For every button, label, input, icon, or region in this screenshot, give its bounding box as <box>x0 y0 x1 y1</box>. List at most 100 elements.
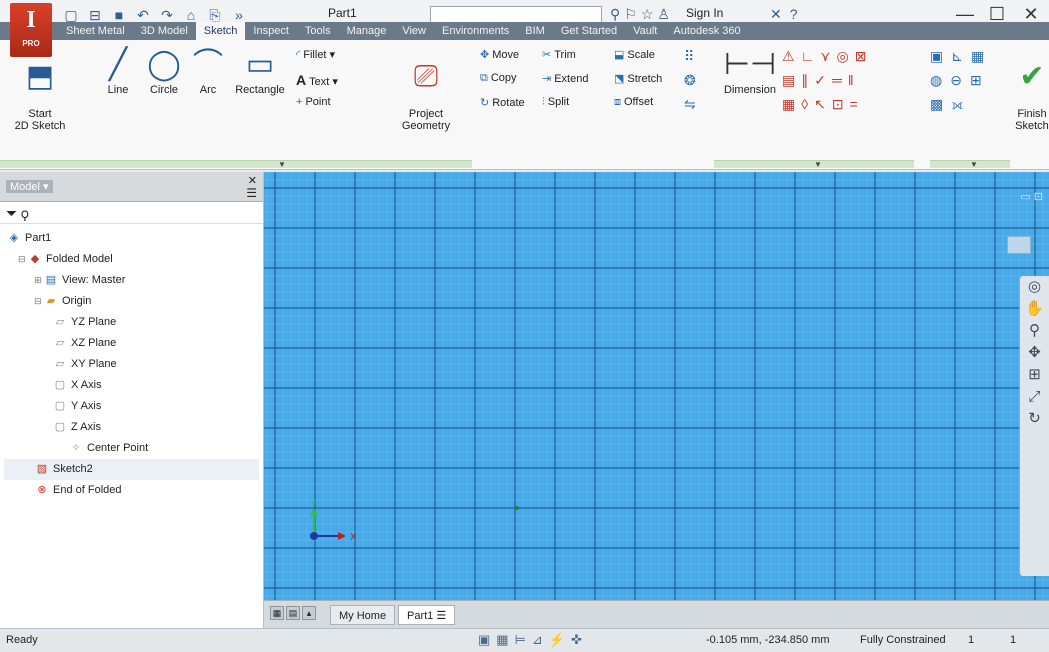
perpendicular-icon[interactable]: ✓ <box>814 72 826 89</box>
symmetric-icon[interactable]: ⊡ <box>832 96 844 113</box>
constraint-inference-icon[interactable]: ⊿ <box>532 632 543 648</box>
copy-button[interactable]: ⧉ Copy <box>480 72 517 85</box>
tab-get-started[interactable]: Get Started <box>553 22 625 40</box>
tab-sketch[interactable]: Sketch <box>195 22 246 40</box>
acad-icon[interactable]: ◍ <box>930 72 942 89</box>
equal-icon[interactable]: = <box>850 96 858 113</box>
viewcube-icon[interactable] <box>1007 236 1031 254</box>
sign-in-button[interactable]: Sign In <box>686 6 723 20</box>
steering-wheel-icon[interactable]: ◎ <box>1020 276 1049 298</box>
cascade-icon[interactable]: ▤ <box>286 606 300 620</box>
tile-icon[interactable]: ▦ <box>270 606 284 620</box>
subscription-icon[interactable]: ⚐ <box>624 6 637 23</box>
tree-item-folded-model[interactable]: ⊟ ◆ Folded Model <box>4 249 259 270</box>
origin-point[interactable] <box>515 506 519 510</box>
rotate-button[interactable]: ↻ Rotate <box>480 96 525 109</box>
tree-item-sketch2[interactable]: ▧ Sketch2 <box>4 459 259 480</box>
circle-button[interactable]: ◯ Circle <box>142 46 186 96</box>
zoom-icon[interactable]: ⚲ <box>1020 320 1049 342</box>
look-at-icon[interactable]: ⊞ <box>1020 364 1049 386</box>
coincident-icon[interactable]: ∟ <box>801 48 815 65</box>
ortho-icon[interactable]: ⊨ <box>515 632 526 648</box>
tab-autodesk-360[interactable]: Autodesk 360 <box>665 22 748 40</box>
image-icon[interactable]: ▣ <box>930 48 943 65</box>
line-button[interactable]: ╱ Line <box>98 46 138 96</box>
tab-sheet-metal[interactable]: Sheet Metal <box>58 22 133 40</box>
window-controls-icon[interactable]: ▭ ⊡ <box>1020 190 1043 203</box>
search-icon[interactable]: ⚲ <box>610 6 620 23</box>
collapse-icon[interactable]: ⊟ <box>18 249 27 270</box>
help-icon[interactable]: ? <box>790 6 798 23</box>
concentric-icon[interactable]: ◎ <box>837 48 849 65</box>
snap-icon[interactable]: ▣ <box>478 632 490 648</box>
grid-toggle-icon[interactable]: ▦ <box>496 632 508 648</box>
tab-part1[interactable]: Part1 ☰ <box>398 605 456 625</box>
smooth-icon[interactable]: ↖ <box>814 96 826 113</box>
tab-my-home[interactable]: My Home <box>330 605 396 625</box>
browser-menu-icon[interactable]: ☰ <box>246 186 257 200</box>
tab-bim[interactable]: BIM <box>517 22 553 40</box>
tree-item-part1[interactable]: ◈ Part1 <box>4 228 259 249</box>
pattern-rectangular-icon[interactable]: ⠿ <box>684 48 697 65</box>
browser-title-dropdown[interactable]: Model ▾ <box>6 180 53 193</box>
project-geometry-button[interactable]: ⎚ Project Geometry <box>396 46 456 132</box>
find-icon[interactable]: ⚲ <box>21 205 28 221</box>
pan-icon[interactable]: ✋ <box>1020 298 1049 320</box>
tree-item-xz-plane[interactable]: ▱ XZ Plane <box>4 333 259 354</box>
tab-environments[interactable]: Environments <box>434 22 517 40</box>
expand-icon[interactable]: ⊞ <box>34 270 43 291</box>
center-point-toggle-icon[interactable]: ⊞ <box>970 72 982 89</box>
application-menu-button[interactable]: I PRO <box>10 3 52 57</box>
tree-item-origin[interactable]: ⊟ ▰ Origin <box>4 291 259 312</box>
free-orbit-icon[interactable]: ↻ <box>1020 408 1049 430</box>
graphics-window[interactable]: ▭ ⊡ ◎ ✋ ⚲ ✥ ⊞ ⤢ ↻ X Y <box>264 172 1049 600</box>
finish-sketch-button[interactable]: ✔ Finish Sketch <box>1012 46 1049 132</box>
rectangle-button[interactable]: ▭ Rectangle <box>230 46 290 96</box>
tab-inspect[interactable]: Inspect <box>245 22 296 40</box>
fillet-button[interactable]: ◜ Fillet ▾ <box>296 48 335 61</box>
parallel-icon[interactable]: ∥ <box>801 72 808 89</box>
exchange-apps-icon[interactable]: ✕ <box>770 6 782 23</box>
tree-item-x-axis[interactable]: ▢ X Axis <box>4 375 259 396</box>
favorite-icon[interactable]: ☆ <box>641 6 654 23</box>
trim-button[interactable]: ✂ Trim <box>542 48 576 61</box>
orbit-icon[interactable]: ✥ <box>1020 342 1049 364</box>
persistence-icon[interactable]: ⚡ <box>549 632 565 648</box>
dof-icon[interactable]: ✜ <box>571 632 582 648</box>
dimension-button[interactable]: ⊢⊣ Dimension <box>720 46 780 96</box>
tab-tools[interactable]: Tools <box>297 22 339 40</box>
stretch-button[interactable]: ⬔ Stretch <box>614 72 662 85</box>
tree-item-center-point[interactable]: ✧ Center Point <box>4 438 259 459</box>
tree-item-xy-plane[interactable]: ▱ XY Plane <box>4 354 259 375</box>
driven-dimension-icon[interactable]: ⟗ <box>951 96 963 113</box>
tab-menu-icon[interactable]: ☰ <box>436 610 446 622</box>
split-button[interactable]: ⫶ Split <box>542 96 569 109</box>
tab-manage[interactable]: Manage <box>339 22 395 40</box>
centerline-icon[interactable]: ⊖ <box>950 72 962 89</box>
collinear-icon[interactable]: ⋎ <box>820 48 830 65</box>
tree-item-view-master[interactable]: ⊞ ▤ View: Master <box>4 270 259 291</box>
filter-icon[interactable]: ⏷ <box>6 205 17 221</box>
fix-icon[interactable]: ⊠ <box>855 48 867 65</box>
construction-icon[interactable]: ⊾ <box>951 48 963 65</box>
move-button[interactable]: ✥ Move <box>480 48 519 61</box>
start-2d-sketch-button[interactable]: ⬒ Start 2D Sketch <box>10 46 70 132</box>
extend-button[interactable]: ⇥ Extend <box>542 72 588 85</box>
relax-mode-icon[interactable]: ▦ <box>782 96 795 113</box>
pattern-circular-icon[interactable]: ❂ <box>684 72 699 89</box>
offset-button[interactable]: ⧈ Offset <box>614 96 653 109</box>
tangent-icon[interactable]: ◊ <box>801 96 808 113</box>
point-button[interactable]: + Point <box>296 96 331 108</box>
collapse-icon[interactable]: ⊟ <box>34 291 43 312</box>
scale-button[interactable]: ⬓ Scale <box>614 48 655 61</box>
format-icon[interactable]: ▦ <box>971 48 984 65</box>
tree-item-yz-plane[interactable]: ▱ YZ Plane <box>4 312 259 333</box>
auto-dimension-icon[interactable]: ⚠ <box>782 48 795 65</box>
text-button[interactable]: A Text ▾ <box>296 72 338 88</box>
user-icon[interactable]: ♙ <box>657 6 670 23</box>
arc-button[interactable]: ⌒ Arc <box>188 46 228 96</box>
tree-item-y-axis[interactable]: ▢ Y Axis <box>4 396 259 417</box>
points-icon[interactable]: ▩ <box>930 96 943 113</box>
tab-vault[interactable]: Vault <box>625 22 665 40</box>
tree-item-z-axis[interactable]: ▢ Z Axis <box>4 417 259 438</box>
